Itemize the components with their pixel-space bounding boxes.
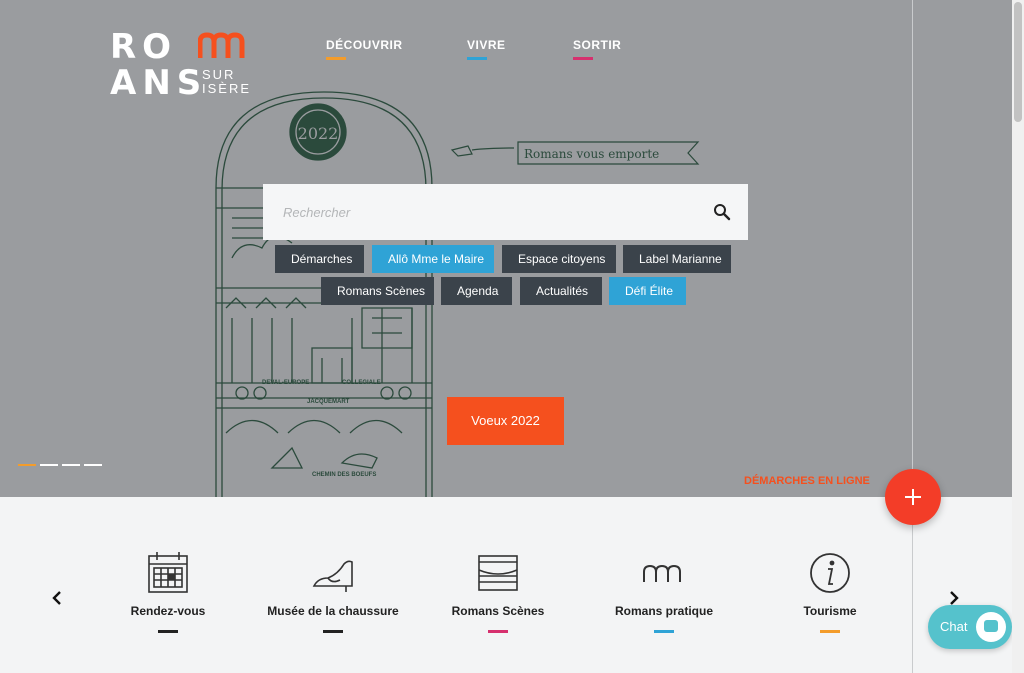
chevron-left-icon[interactable] [48, 588, 68, 608]
nav-underline [467, 57, 487, 60]
tag-defi-elite[interactable]: Défi Élite [609, 277, 686, 305]
tag-actualites[interactable]: Actualités [520, 277, 602, 305]
illustration-label: DEVAL-EUROPE [262, 380, 309, 386]
page-scrollbar[interactable] [1012, 0, 1024, 673]
search-box [263, 184, 748, 240]
tag-demarches[interactable]: Démarches [275, 245, 364, 273]
demarches-en-ligne-link[interactable]: DÉMARCHES EN LIGNE [744, 475, 870, 487]
nav-underline [326, 57, 346, 60]
quicklink-label: Musée de la chaussure [267, 604, 399, 618]
tag-label-marianne[interactable]: Label Marianne [623, 245, 731, 273]
quicklink-musee-chaussure[interactable]: Musée de la chaussure [258, 550, 408, 633]
search-icon[interactable] [712, 202, 732, 222]
romans-logo-icon [643, 564, 681, 582]
chat-label: Chat [940, 619, 968, 634]
quicklink-rendez-vous[interactable]: Rendez-vous [93, 550, 243, 633]
nav-underline [573, 57, 593, 60]
slider-dot[interactable] [84, 464, 102, 466]
nav-decouvrir-label: DÉCOUVRIR [326, 38, 403, 52]
nav-sortir-label: SORTIR [573, 38, 622, 52]
quicklink-romans-pratique[interactable]: Romans pratique [589, 550, 739, 633]
tag-agenda[interactable]: Agenda [441, 277, 512, 305]
chat-bubble-icon [976, 612, 1006, 642]
tag-espace-citoyens[interactable]: Espace citoyens [502, 245, 616, 273]
tag-romans-scenes[interactable]: Romans Scènes [321, 277, 434, 305]
illustration-label: COLLEGIALE [342, 380, 381, 386]
logo-mark-icon [198, 32, 245, 58]
tag-allo-maire[interactable]: Allô Mme le Maire [372, 245, 494, 273]
nav-decouvrir[interactable]: DÉCOUVRIR [326, 38, 403, 60]
nav-vivre-label: VIVRE [467, 38, 506, 52]
banner-text: Romans vous emporte [524, 147, 659, 161]
slider-dot[interactable] [62, 464, 80, 466]
stage-icon [478, 555, 518, 591]
nav-sortir[interactable]: SORTIR [573, 38, 621, 60]
illustration-label: CHEMIN DES BOEUFS [312, 472, 376, 478]
divider [912, 0, 913, 673]
scrollbar-thumb[interactable] [1014, 2, 1022, 122]
info-icon [810, 553, 850, 593]
logo-sub-1: SUR [202, 67, 236, 82]
hero-banner: RO ANS SUR ISÈRE DÉCOUVRIR VIVRE SORTIR [0, 0, 1012, 497]
logo-line-1: RO [110, 27, 178, 67]
slider-dot-active[interactable] [18, 464, 36, 466]
nav-vivre[interactable]: VIVRE [467, 38, 506, 60]
add-fab-button[interactable] [885, 469, 941, 525]
quicklink-label: Romans pratique [614, 604, 713, 618]
quicklink-tourisme[interactable]: Tourisme [755, 550, 905, 633]
calendar-icon [148, 552, 188, 593]
chat-button[interactable]: Chat [928, 605, 1012, 649]
airplane-banner: Romans vous emporte [450, 141, 700, 165]
quicklink-underline [488, 630, 508, 633]
logo-line-2: ANS [110, 63, 208, 103]
voeux-button[interactable]: Voeux 2022 [447, 397, 564, 445]
quicklink-label: Romans Scènes [451, 604, 545, 618]
quicklink-underline [654, 630, 674, 633]
quicklink-label: Tourisme [803, 604, 857, 618]
quicklink-underline [158, 630, 178, 633]
search-input[interactable] [263, 184, 693, 240]
shoe-icon [312, 560, 353, 592]
illustration-year: 2022 [298, 124, 339, 143]
quicklink-romans-scenes[interactable]: Romans Scènes [423, 550, 573, 633]
quicklink-label: Rendez-vous [130, 604, 206, 618]
quicklink-underline [820, 630, 840, 633]
slider-dot[interactable] [40, 464, 58, 466]
quicklink-underline [323, 630, 343, 633]
illustration-label: JACQUEMART [307, 399, 350, 405]
